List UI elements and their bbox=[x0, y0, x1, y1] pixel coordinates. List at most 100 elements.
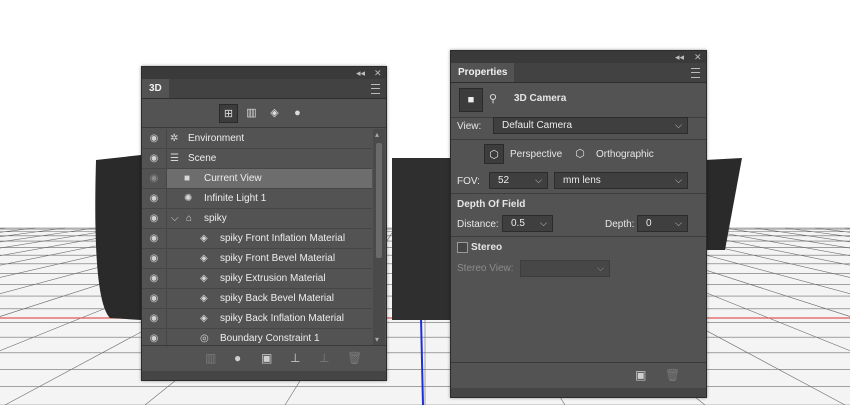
panel-header-title: 3D Camera bbox=[514, 93, 567, 104]
chevron-down-icon: ⌵ bbox=[597, 263, 604, 273]
tab-properties[interactable]: Properties bbox=[451, 63, 515, 82]
infinite-light-icon: ✺ bbox=[184, 193, 193, 204]
chevron-down-icon: ⌵ bbox=[535, 175, 542, 185]
close-icon[interactable]: ✕ bbox=[694, 51, 702, 63]
visibility-eye-icon[interactable]: ◉ bbox=[142, 289, 167, 308]
perspective-icon[interactable]: ⬡ bbox=[484, 144, 504, 164]
scroll-down-icon[interactable]: ▾ bbox=[375, 335, 379, 344]
fov-unit-value: mm lens bbox=[563, 175, 601, 186]
properties-bottom-toolbar: ▣ 🗑 bbox=[451, 362, 706, 387]
delete-icon[interactable]: 🗑 bbox=[665, 368, 680, 382]
mesh-icon: ⌂ bbox=[186, 213, 193, 224]
panel-3d-tabbar: 3D bbox=[142, 79, 386, 99]
layer-row-material[interactable]: ◉ ◈ spiky Extrusion Material bbox=[142, 269, 372, 289]
fov-input[interactable]: 52 ⌵ bbox=[489, 172, 548, 189]
scene-filter-icon[interactable]: ⊞ bbox=[219, 104, 238, 123]
layer-scrollbar[interactable]: ▴ ▾ bbox=[373, 129, 385, 345]
stereo-view-select[interactable]: ⌵ bbox=[520, 260, 610, 277]
layer-label: spiky Back Inflation Material bbox=[220, 313, 344, 324]
panel-properties-tabbar: Properties bbox=[451, 63, 706, 83]
layer-list: ◉ ✲ Environment ◉ ☰ Scene ◉ ■ Current Vi… bbox=[142, 129, 372, 348]
coordinates-icon[interactable]: ⚲ bbox=[489, 92, 497, 105]
material-icon: ◈ bbox=[200, 273, 208, 284]
orthographic-button[interactable]: Orthographic bbox=[596, 149, 654, 160]
tab-3d[interactable]: 3D bbox=[142, 79, 169, 98]
light-add-icon[interactable]: ● bbox=[234, 351, 241, 365]
fov-value: 52 bbox=[498, 175, 510, 186]
material-icon: ◈ bbox=[200, 253, 208, 264]
distance-input[interactable]: 0.5 ⌵ bbox=[502, 215, 553, 232]
orthographic-icon[interactable]: ⬡ bbox=[570, 144, 590, 164]
layer-row-environment[interactable]: ◉ ✲ Environment bbox=[142, 129, 372, 149]
stereo-checkbox[interactable] bbox=[457, 242, 468, 253]
filter-bar: ⊞ ▥ ◈ ● bbox=[142, 99, 386, 128]
layer-row-material[interactable]: ◉ ◈ spiky Front Inflation Material bbox=[142, 229, 372, 249]
layer-row-material[interactable]: ◉ ◈ spiky Front Bevel Material bbox=[142, 249, 372, 269]
environment-icon: ✲ bbox=[170, 133, 179, 144]
visibility-eye-icon[interactable]: ◉ bbox=[142, 249, 167, 268]
visibility-eye-icon[interactable]: ◉ bbox=[142, 129, 167, 148]
mesh-add-icon[interactable]: ▥ bbox=[205, 351, 216, 365]
layer-label: Environment bbox=[188, 133, 245, 144]
panel-properties-titlebar[interactable]: ◂◂ ✕ bbox=[451, 51, 706, 63]
layer-label: spiky Back Bevel Material bbox=[220, 293, 334, 304]
close-icon[interactable]: ✕ bbox=[374, 67, 382, 79]
perspective-button[interactable]: Perspective bbox=[510, 149, 562, 160]
divider bbox=[451, 236, 706, 237]
depth-input[interactable]: 0 ⌵ bbox=[637, 215, 688, 232]
collapse-icon[interactable]: ◂◂ bbox=[356, 67, 365, 79]
layer-row-current-view[interactable]: ◉ ■ Current View bbox=[142, 169, 372, 189]
chevron-down-icon: ⌵ bbox=[675, 218, 682, 228]
view-label: View: bbox=[457, 121, 482, 132]
collapse-icon[interactable]: ◂◂ bbox=[675, 51, 684, 63]
layer-row-spiky[interactable]: ◉ ⌵ ⌂ spiky bbox=[142, 209, 372, 229]
depth-value: 0 bbox=[646, 218, 652, 229]
panel-resize-handle[interactable] bbox=[451, 388, 706, 397]
visibility-eye-icon[interactable]: ◉ bbox=[142, 209, 167, 228]
layer-row-material[interactable]: ◉ ◈ spiky Back Bevel Material bbox=[142, 289, 372, 309]
distance-label: Distance: bbox=[457, 219, 499, 230]
visibility-eye-icon[interactable]: ◉ bbox=[142, 269, 167, 288]
drop-to-ground-icon[interactable]: ⊥ bbox=[290, 351, 300, 365]
material-filter-icon[interactable]: ◈ bbox=[265, 104, 284, 123]
stereo-view-label: Stereo View: bbox=[457, 263, 514, 274]
layer-label: Current View bbox=[204, 173, 262, 184]
panel-menu-icon[interactable] bbox=[371, 84, 380, 94]
visibility-eye-icon[interactable]: ◉ bbox=[142, 309, 167, 328]
visibility-eye-icon[interactable]: ◉ bbox=[142, 149, 167, 168]
chevron-down-icon: ⌵ bbox=[540, 218, 547, 228]
visibility-eye-icon[interactable]: ◉ bbox=[142, 229, 167, 248]
fov-unit-select[interactable]: mm lens ⌵ bbox=[554, 172, 688, 189]
visibility-eye-icon[interactable]: ◉ bbox=[142, 189, 167, 208]
camera-icon[interactable]: ■ bbox=[459, 88, 483, 112]
layer-row-infinite-light[interactable]: ◉ ✺ Infinite Light 1 bbox=[142, 189, 372, 209]
delete-icon[interactable]: 🗑 bbox=[347, 351, 362, 365]
constraint-add-icon[interactable]: ⊥ bbox=[319, 351, 329, 365]
depth-label: Depth: bbox=[605, 219, 635, 230]
view-select[interactable]: Default Camera ⌵ bbox=[493, 117, 688, 134]
view-select-value: Default Camera bbox=[502, 120, 573, 131]
render-icon[interactable]: ▣ bbox=[635, 368, 646, 382]
layer-row-scene[interactable]: ◉ ☰ Scene bbox=[142, 149, 372, 169]
3d-viewport[interactable] bbox=[0, 0, 850, 405]
divider bbox=[451, 139, 706, 140]
material-icon: ◈ bbox=[200, 293, 208, 304]
scroll-up-icon[interactable]: ▴ bbox=[375, 130, 379, 139]
distance-value: 0.5 bbox=[511, 218, 525, 229]
panel-resize-handle[interactable] bbox=[142, 371, 386, 380]
mesh-filter-icon[interactable]: ▥ bbox=[242, 104, 261, 123]
expand-chevron-icon[interactable]: ⌵ bbox=[171, 209, 179, 228]
ground-plane-grid bbox=[0, 0, 850, 405]
visibility-eye-icon[interactable]: ◉ bbox=[142, 169, 167, 188]
scroll-thumb[interactable] bbox=[376, 143, 382, 258]
light-filter-icon[interactable]: ● bbox=[288, 104, 307, 123]
render-icon[interactable]: ▣ bbox=[261, 351, 272, 365]
panel-properties: ◂◂ ✕ Properties ■ ⚲ 3D Camera View: Defa… bbox=[450, 50, 707, 398]
panel-3d-bottom-toolbar: ▥ ● ▣ ⊥ ⊥ 🗑 bbox=[142, 345, 386, 370]
panel-3d-titlebar[interactable]: ◂◂ ✕ bbox=[142, 67, 386, 79]
panel-3d: ◂◂ ✕ 3D ⊞ ▥ ◈ ● ◉ ✲ Environment ◉ ☰ Scen… bbox=[141, 66, 387, 381]
layer-row-material[interactable]: ◉ ◈ spiky Back Inflation Material bbox=[142, 309, 372, 329]
panel-menu-icon[interactable] bbox=[691, 68, 700, 78]
layer-label: spiky Extrusion Material bbox=[220, 273, 326, 284]
layer-label: spiky Front Inflation Material bbox=[220, 233, 346, 244]
